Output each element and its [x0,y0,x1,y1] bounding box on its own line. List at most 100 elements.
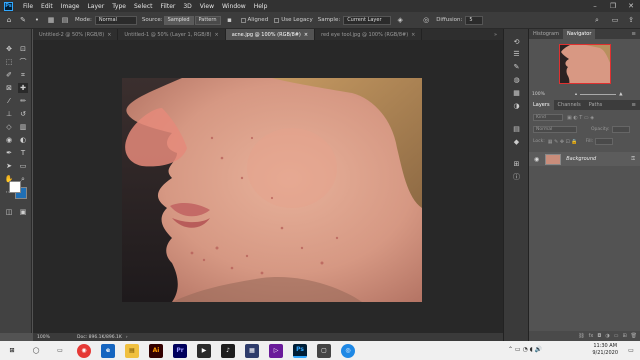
info-panel-icon[interactable]: ⓘ [512,172,521,181]
pattern-swatch-icon[interactable]: ▪ [225,15,235,25]
marquee-tool-icon[interactable]: ⬚ [4,57,14,67]
ignore-adjustment-icon[interactable]: ◈ [395,15,405,25]
close-icon[interactable]: × [304,32,308,38]
microphone-icon[interactable]: ♪ [221,343,235,358]
tab-acne[interactable]: acne.jpg @ 100% (RGB/8#) × [225,29,316,40]
workspace-icon[interactable]: ▭ [610,15,620,25]
menu-image[interactable]: Image [57,3,84,10]
diffusion-select[interactable]: 5 [465,15,484,25]
brush-size-icon[interactable]: • [32,15,42,25]
move-tool-icon[interactable]: ✥ [4,44,14,54]
chrome-icon[interactable]: ◉ [77,343,91,358]
mask-icon[interactable]: ◘ [597,333,601,339]
panel-menu-icon[interactable]: ≡ [631,102,636,108]
layer-kind-filter[interactable]: Kind [533,114,563,121]
swatches-panel-icon[interactable]: ▦ [512,88,521,97]
sampled-button[interactable]: Sampled [163,15,194,25]
mode-select[interactable]: Normal [94,15,137,25]
color-panel-icon[interactable]: ◍ [512,75,521,84]
illustrator-icon[interactable]: Ai [149,343,163,358]
zoom-out-icon[interactable]: ▴ [575,92,577,97]
tabs-overflow-icon[interactable]: » [488,29,503,40]
healing-brush-tool-icon[interactable]: ✚ [18,83,28,93]
task-view-icon[interactable]: ▭ [53,344,67,358]
zoom-slider[interactable] [580,94,617,95]
status-menu-icon[interactable]: › [126,335,128,340]
group-icon[interactable]: ▭ [614,333,619,339]
lock-icon[interactable]: ⚿ [631,156,635,162]
menu-edit[interactable]: Edit [37,3,57,10]
tab-untitled-2[interactable]: Untitled-2 @ 50% (RGB/8) × [33,29,119,40]
blend-mode-select[interactable]: Normal [533,126,577,133]
screen-mode-icon[interactable]: ▣ [18,207,28,217]
start-icon[interactable]: ⊞ [5,344,19,358]
history-brush-tool-icon[interactable]: ↺ [18,109,28,119]
sample-select[interactable]: Current Layer [343,15,392,25]
new-layer-icon[interactable]: ⊞ [622,333,626,339]
close-icon[interactable]: × [107,32,111,38]
clone-stamp-tool-icon[interactable]: ⊥ [4,109,14,119]
panel-menu-icon[interactable]: ≡ [631,31,636,37]
video-editor-icon[interactable]: ▷ [269,343,283,358]
dodge-tool-icon[interactable]: ◐ [18,135,28,145]
brush-settings-icon[interactable]: ▦ [46,15,56,25]
app-icon[interactable]: ▢ [317,343,331,358]
frame-tool-icon[interactable]: ⊠ [4,83,14,93]
quick-mask-icon[interactable]: ◫ [4,207,14,217]
foreground-color-swatch[interactable] [9,181,21,193]
minimize-icon[interactable]: – [586,0,604,12]
clone-source-icon[interactable]: ▤ [60,15,70,25]
menu-3d[interactable]: 3D [179,3,195,10]
menu-window[interactable]: Window [218,3,250,10]
aligned-checkbox[interactable] [240,17,246,23]
layer-row[interactable]: ◉ Background ⚿ [529,152,640,166]
close-icon[interactable]: × [215,32,219,38]
layer-name[interactable]: Background [566,156,596,162]
path-select-tool-icon[interactable]: ➤ [4,161,14,171]
zoom-level[interactable]: 100% [37,335,67,340]
eyedropper-tool-icon[interactable]: ⁄ [4,96,14,106]
blur-tool-icon[interactable]: ◉ [4,135,14,145]
libraries-panel-icon[interactable]: ▤ [512,124,521,133]
opacity-field[interactable] [611,126,630,133]
navigator-zoom-value[interactable]: 100% [532,92,545,97]
navigator-thumbnail[interactable] [559,44,611,84]
menu-select[interactable]: Select [130,3,157,10]
artboard-tool-icon[interactable]: ⊡ [18,44,28,54]
menu-filter[interactable]: Filter [157,3,180,10]
crop-tool-icon[interactable]: ⌗ [18,70,28,80]
tab-layers[interactable]: Layers [529,100,554,110]
tray-icons[interactable]: ⌃ ▭ ◔ ◖ 🔊 [508,346,542,353]
zoom-in-icon[interactable]: ▲ [619,92,622,97]
menu-layer[interactable]: Layer [83,3,108,10]
clock[interactable]: 11:30 AM 9/21/2020 [592,343,618,357]
use-legacy-checkbox[interactable] [274,17,280,23]
properties-panel-icon[interactable]: ☰ [512,49,521,58]
gradient-tool-icon[interactable]: ▥ [18,122,28,132]
capture-icon[interactable]: ▶ [197,343,211,358]
notifications-icon[interactable]: ▭ [624,343,638,357]
edge-icon[interactable]: e [101,343,115,358]
search-icon[interactable]: ⌕ [592,15,602,25]
fx-icon[interactable]: fx [589,333,594,339]
tab-paths[interactable]: Paths [585,100,607,110]
pen-tool-icon[interactable]: ✒ [4,148,14,158]
file-explorer-icon[interactable]: ▤ [125,343,139,358]
tool-preset-icon[interactable]: ✎ [18,15,28,25]
styles-panel-icon[interactable]: ◆ [512,137,521,146]
close-icon[interactable]: × [411,32,415,38]
type-tool-icon[interactable]: T [18,148,28,158]
quick-select-tool-icon[interactable]: ✐ [4,70,14,80]
brush-tool-icon[interactable]: ✏ [18,96,28,106]
history-panel-icon[interactable]: ⟲ [512,37,521,46]
menu-file[interactable]: File [19,3,37,10]
pressure-icon[interactable]: ◎ [421,15,431,25]
premiere-icon[interactable]: Pr [173,343,187,358]
menu-help[interactable]: Help [250,3,272,10]
visibility-eye-icon[interactable]: ◉ [534,156,539,163]
adjustment-layer-icon[interactable]: ◑ [605,333,609,339]
maximize-icon[interactable]: ❐ [604,0,622,12]
filter-icons[interactable]: ▣ ◐ T ▭ ◈ [567,115,594,121]
tab-channels[interactable]: Channels [554,100,585,110]
eraser-tool-icon[interactable]: ◇ [4,122,14,132]
